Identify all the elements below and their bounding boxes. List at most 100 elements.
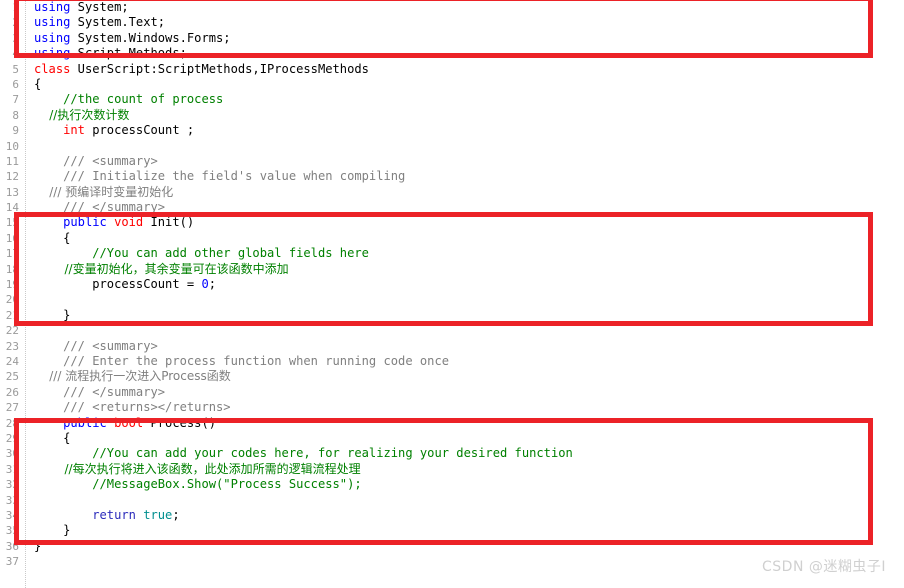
code-line[interactable]: /// <returns></returns> xyxy=(27,400,904,415)
code-token-comment: //the count of process xyxy=(34,92,224,107)
line-number: 26 xyxy=(5,385,19,399)
line-number: 37 xyxy=(5,555,19,569)
code-token-ret: return xyxy=(92,507,136,522)
code-line[interactable]: using Script.Methods; xyxy=(27,46,904,61)
line-number: 8 xyxy=(12,108,19,122)
code-line[interactable]: { xyxy=(27,231,904,246)
code-token-plain: { xyxy=(34,230,71,245)
code-line[interactable]: //the count of process xyxy=(27,92,904,107)
code-token-plain: } xyxy=(34,307,71,322)
line-number: 11 xyxy=(5,154,19,168)
code-token-comment-cjk: //执行次数计数 xyxy=(34,107,130,122)
code-token-kw: using xyxy=(34,0,71,14)
code-line[interactable]: public void Init() xyxy=(27,215,904,230)
code-editor[interactable]: 1 2 3 4 5 6 7 8 9 10 11 12 13 14 15 16 17 18 19 20 21 22 23 24 2… xyxy=(0,0,904,588)
code-line[interactable] xyxy=(27,493,904,508)
code-line[interactable]: } xyxy=(27,308,904,323)
code-line[interactable]: /// </summary> xyxy=(27,200,904,215)
code-token-comment-cjk: //变量初始化，其余变量可在该函数中添加 xyxy=(34,261,289,276)
code-line[interactable]: /// </summary> xyxy=(27,385,904,400)
code-line[interactable]: /// 预编译时变量初始化 xyxy=(27,185,904,200)
code-line[interactable]: using System.Text; xyxy=(27,15,904,30)
line-number-gutter: 1 2 3 4 5 6 7 8 9 10 11 12 13 14 15 16 17 18 19 20 21 22 23 24 2… xyxy=(0,0,26,588)
code-token-plain: System.Text; xyxy=(70,15,166,30)
code-line[interactable]: return true; xyxy=(27,508,904,523)
line-number: 6 xyxy=(12,77,19,91)
code-line[interactable]: } xyxy=(27,539,904,554)
code-line[interactable]: { xyxy=(27,77,904,92)
line-number: 32 xyxy=(5,478,19,492)
code-token-bool: true xyxy=(143,507,173,522)
line-number: 25 xyxy=(5,370,19,384)
line-number: 22 xyxy=(5,324,19,338)
code-token-plain: Script.Methods; xyxy=(70,46,187,61)
line-number: 31 xyxy=(5,462,19,476)
code-token-plain: ; xyxy=(208,277,217,292)
line-number: 1 xyxy=(12,1,19,14)
code-line[interactable]: /// Initialize the field's value when co… xyxy=(27,169,904,184)
line-number: 23 xyxy=(5,339,19,353)
code-line[interactable]: /// <summary> xyxy=(27,339,904,354)
code-token-type: int xyxy=(63,123,85,138)
code-line[interactable]: //执行次数计数 xyxy=(27,108,904,123)
line-number: 29 xyxy=(5,431,19,445)
code-line[interactable]: processCount = 0; xyxy=(27,277,904,292)
line-number: 14 xyxy=(5,201,19,215)
code-token-kw: public xyxy=(63,415,107,430)
code-token-doc: /// <summary> xyxy=(34,338,158,353)
line-number: 27 xyxy=(5,401,19,415)
line-number: 18 xyxy=(5,262,19,276)
code-token-doc: /// <returns></returns> xyxy=(34,400,231,415)
code-token-type: void xyxy=(114,215,144,230)
code-token-comment-cjk: //每次执行将进入该函数，此处添加所需的逻辑流程处理 xyxy=(34,461,361,476)
code-token-comment: //MessageBox.Show("Process Success"); xyxy=(34,477,362,492)
code-line[interactable]: //变量初始化，其余变量可在该函数中添加 xyxy=(27,262,904,277)
line-number: 5 xyxy=(12,62,19,76)
code-line[interactable] xyxy=(27,292,904,307)
line-number: 3 xyxy=(12,31,19,45)
code-line[interactable]: class UserScript:ScriptMethods,IProcessM… xyxy=(27,62,904,77)
code-token-comment: //You can add your codes here, for reali… xyxy=(34,446,573,461)
code-token-plain: { xyxy=(34,76,42,91)
code-token-kw: public xyxy=(63,215,107,230)
line-number: 24 xyxy=(5,354,19,368)
line-number: 4 xyxy=(12,47,19,61)
code-token-comment: //You can add other global fields here xyxy=(34,246,369,261)
code-line[interactable]: using System; xyxy=(27,0,904,15)
code-token-plain: } xyxy=(34,538,42,553)
code-line[interactable]: //每次执行将进入该函数，此处添加所需的逻辑流程处理 xyxy=(27,462,904,477)
code-line[interactable]: /// Enter the process function when runn… xyxy=(27,354,904,369)
code-token-num: 0 xyxy=(201,277,209,292)
code-line[interactable] xyxy=(27,139,904,154)
code-line[interactable]: } xyxy=(27,523,904,538)
code-line[interactable]: //MessageBox.Show("Process Success"); xyxy=(27,477,904,492)
code-line[interactable]: using System.Windows.Forms; xyxy=(27,31,904,46)
code-line[interactable]: /// 流程执行一次进入Process函数 xyxy=(27,369,904,384)
code-line[interactable]: int processCount ; xyxy=(27,123,904,138)
csdn-watermark: CSDN @迷糊虫子I xyxy=(762,559,886,575)
code-line[interactable] xyxy=(27,323,904,338)
code-token-doc: /// </summary> xyxy=(34,200,166,215)
code-token-kw: using xyxy=(34,30,71,45)
line-number: 13 xyxy=(5,185,19,199)
line-number: 34 xyxy=(5,508,19,522)
line-number: 36 xyxy=(5,539,19,553)
code-line[interactable]: /// <summary> xyxy=(27,154,904,169)
code-text-area[interactable]: using System; using System.Text; using Sys… xyxy=(27,0,904,588)
line-number: 28 xyxy=(5,416,19,430)
code-token-type: class xyxy=(34,61,71,76)
line-number: 10 xyxy=(5,139,19,153)
line-number: 35 xyxy=(5,524,19,538)
code-line[interactable]: //You can add your codes here, for reali… xyxy=(27,446,904,461)
line-number: 21 xyxy=(5,308,19,322)
code-token-plain: System.Windows.Forms; xyxy=(70,30,231,45)
code-line[interactable]: public bool Process() xyxy=(27,416,904,431)
code-line[interactable]: { xyxy=(27,431,904,446)
code-token-plain: } xyxy=(34,523,71,538)
code-line[interactable]: //You can add other global fields here xyxy=(27,246,904,261)
